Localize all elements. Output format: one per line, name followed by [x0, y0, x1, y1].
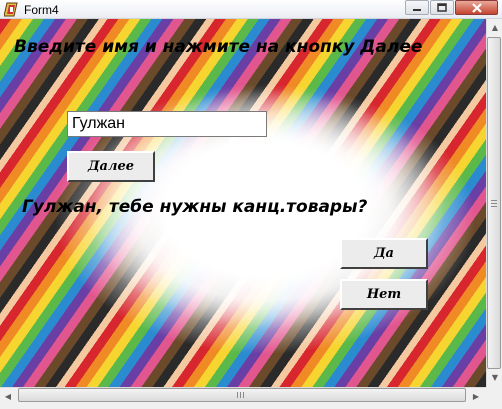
thumb-grip	[491, 203, 497, 204]
no-button[interactable]: Нет	[340, 279, 428, 310]
minimize-icon	[413, 8, 421, 11]
close-icon	[471, 2, 482, 13]
scroll-down-arrow[interactable]: ▼	[487, 369, 502, 385]
window-bottom-border	[0, 403, 502, 409]
vertical-scroll-thumb[interactable]	[487, 37, 501, 369]
form4-window: Form4 Введите имя и нажмите на кнопку Да…	[0, 0, 502, 409]
maximize-icon	[437, 3, 447, 12]
maximize-button[interactable]	[430, 0, 454, 15]
yes-button[interactable]: Да	[340, 238, 428, 269]
close-button[interactable]	[455, 0, 498, 15]
name-input[interactable]	[67, 111, 267, 137]
title-bar[interactable]: Form4	[0, 0, 502, 19]
instruction-label: Введите имя и нажмите на кнопку Далее	[14, 37, 423, 57]
delphi-app-icon	[4, 2, 18, 17]
scroll-up-arrow[interactable]: ▲	[487, 19, 502, 35]
minimize-button[interactable]	[405, 0, 429, 15]
thumb-grip	[491, 200, 497, 201]
next-button[interactable]: Далее	[67, 151, 155, 182]
window-title: Form4	[24, 3, 59, 17]
thumb-grip	[243, 392, 244, 398]
scrollbar-corner	[486, 387, 502, 403]
thumb-grip	[491, 206, 497, 207]
horizontal-scroll-thumb[interactable]	[18, 388, 466, 402]
question-label: Гулжан, тебе нужны канц.товары?	[22, 197, 368, 217]
thumb-grip	[237, 392, 238, 398]
scroll-right-arrow[interactable]: ▶	[468, 388, 484, 404]
scroll-left-arrow[interactable]: ◀	[0, 388, 16, 404]
thumb-grip	[240, 392, 241, 398]
